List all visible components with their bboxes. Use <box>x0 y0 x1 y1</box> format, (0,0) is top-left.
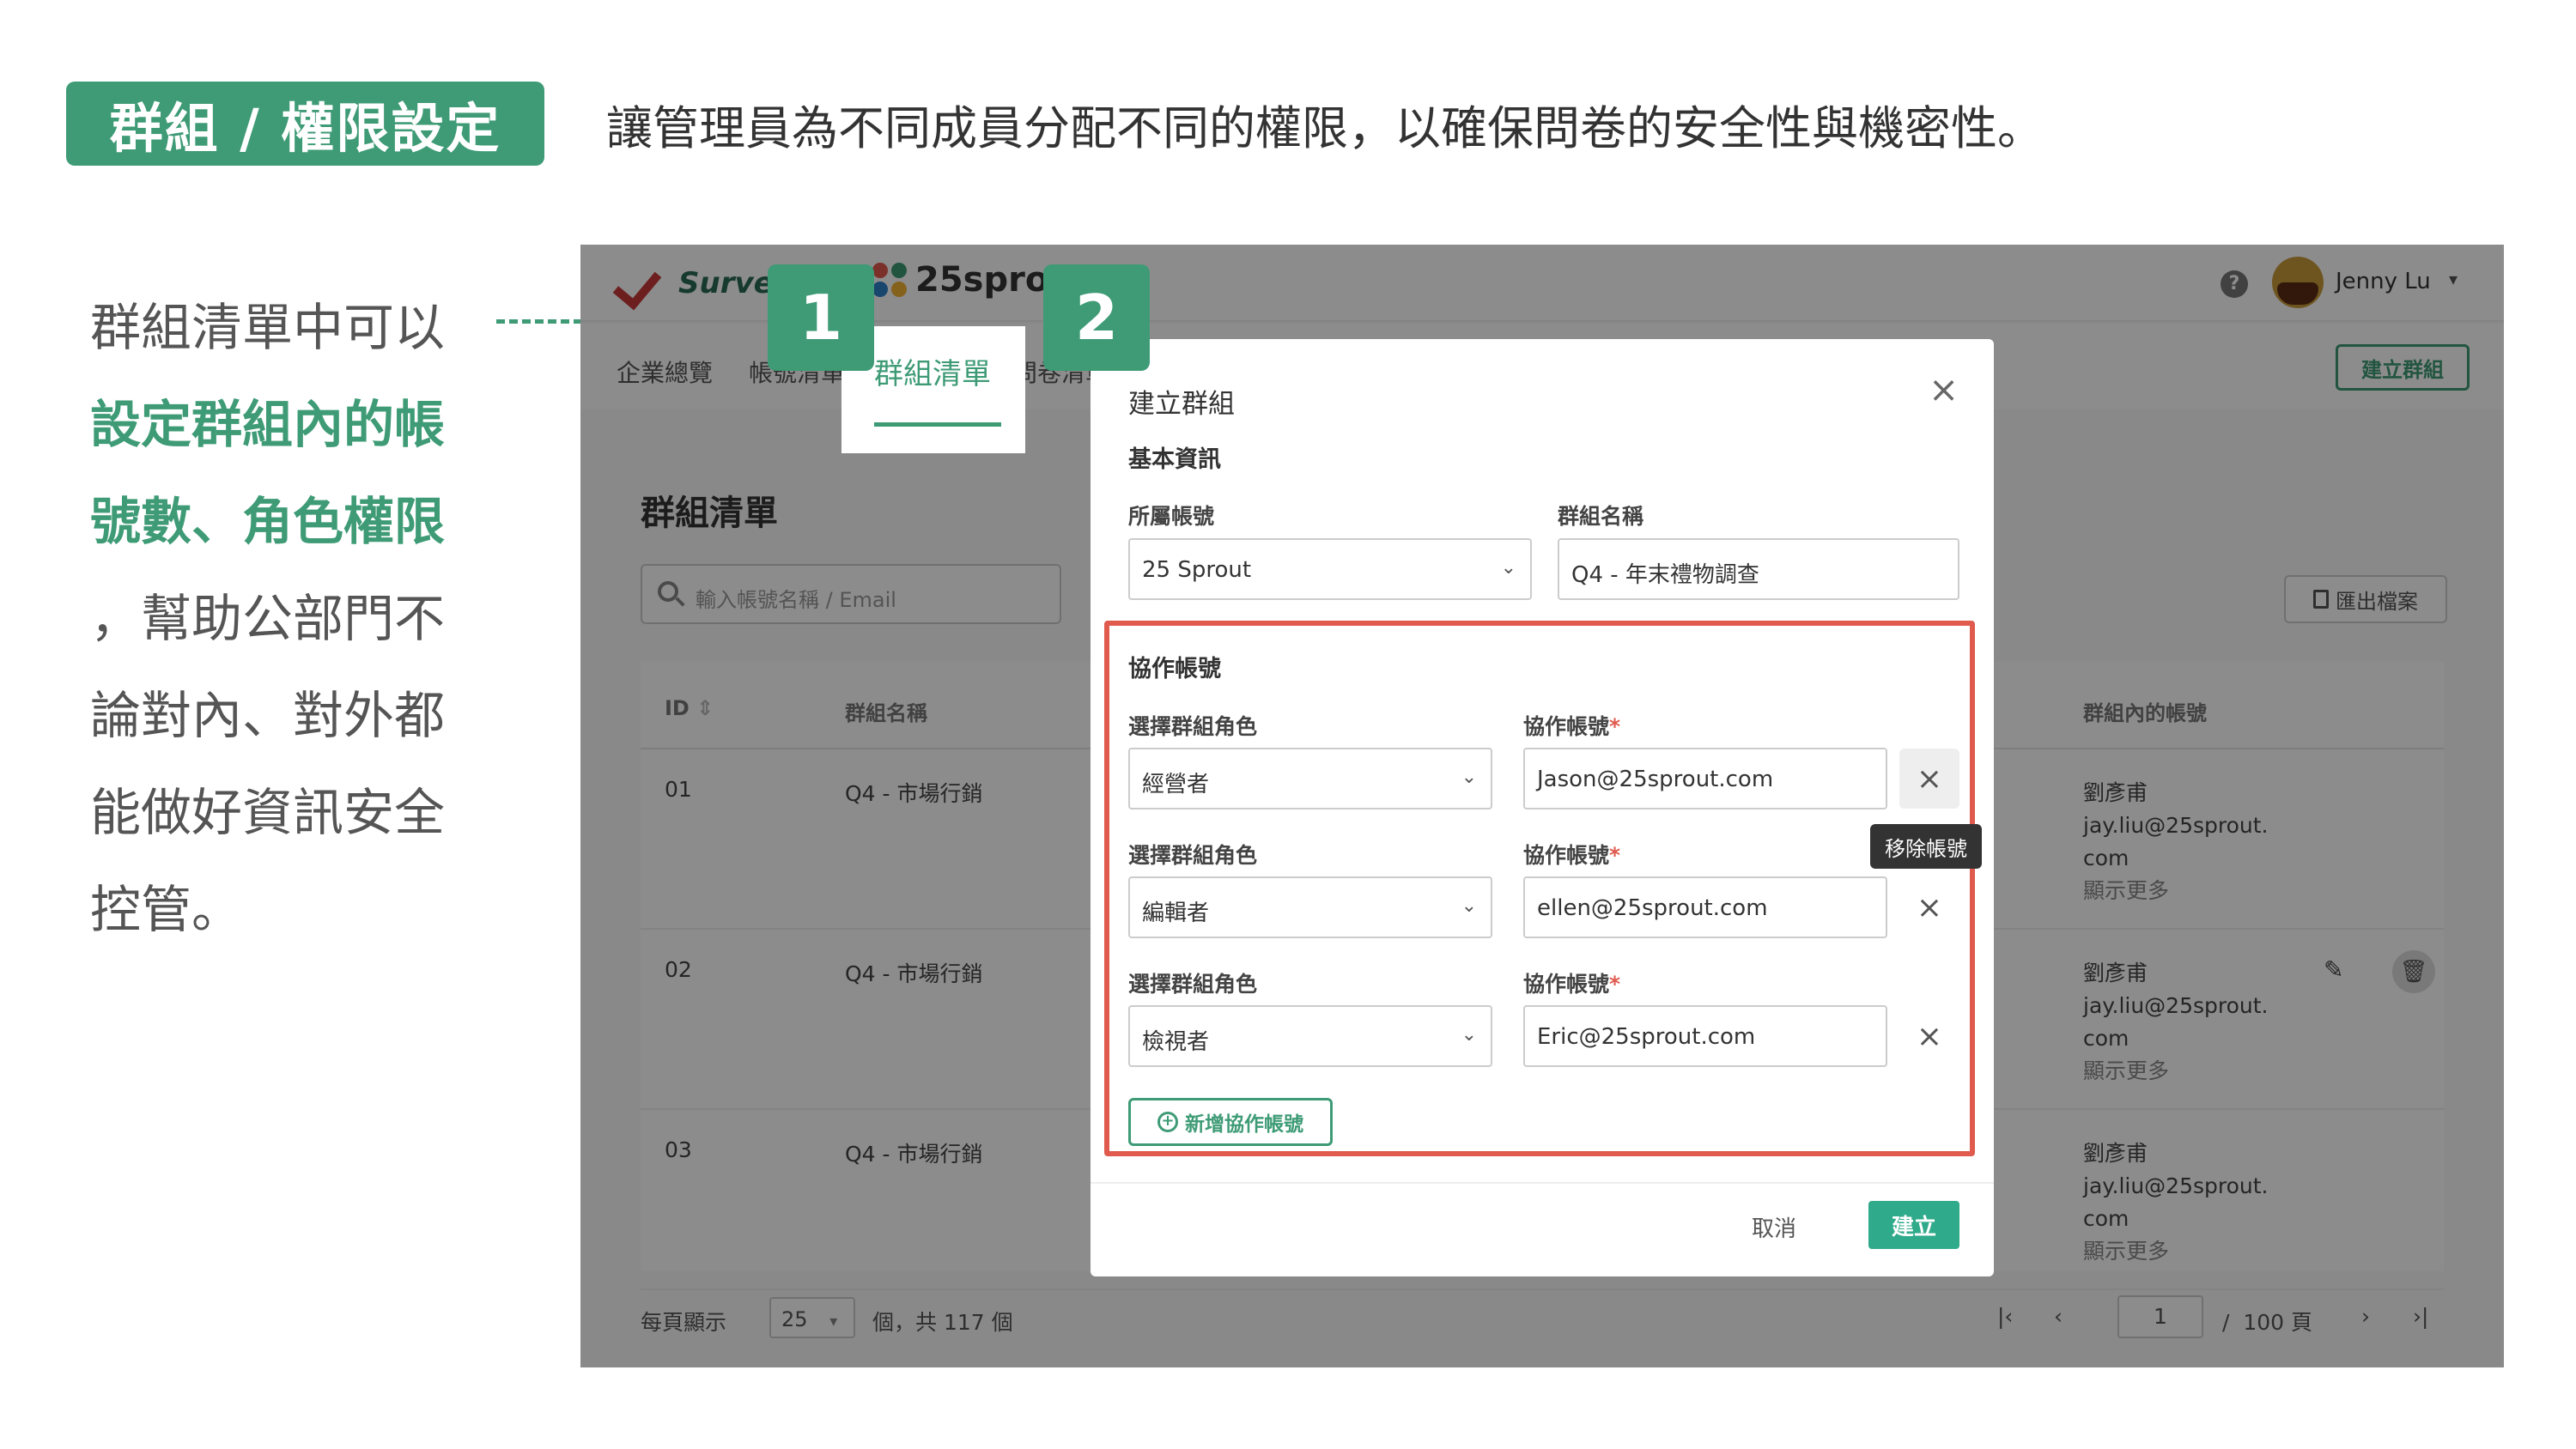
desc-highlight: 設定群組內的帳 <box>90 395 446 454</box>
slide-title: 群組 / 權限設定 <box>66 82 544 166</box>
chevron-down-icon: ⌄ <box>1461 895 1477 917</box>
chevron-down-icon: ⌄ <box>1500 557 1516 579</box>
create-group-modal: 建立群組 × 基本資訊 所屬帳號 25 Sprout ⌄ 群組名稱 Q4 - 年末… <box>1091 339 1994 1276</box>
collab-label: 協作帳號* <box>1523 972 1621 997</box>
account-label: 所屬帳號 <box>1128 504 1215 529</box>
close-icon[interactable]: × <box>1929 372 1959 408</box>
section-basic-info: 基本資訊 <box>1128 446 1221 473</box>
remove-account-button[interactable]: × <box>1899 749 1959 809</box>
remove-account-button[interactable]: × <box>1899 1006 1959 1066</box>
collab-email-input[interactable]: Jason@25sprout.com <box>1523 748 1887 809</box>
group-name-input[interactable]: Q4 - 年末禮物調查 <box>1558 538 1959 600</box>
desc-line: 能做好資訊安全 <box>90 783 446 842</box>
group-name-label: 群組名稱 <box>1558 504 1644 529</box>
modal-title: 建立群組 <box>1128 389 1235 420</box>
cancel-button[interactable]: 取消 <box>1752 1211 1796 1243</box>
role-select[interactable]: 經營者 ⌄ <box>1128 748 1492 809</box>
chevron-down-icon: ⌄ <box>1461 1024 1477 1046</box>
step-badge-1: 1 <box>768 264 874 371</box>
collab-email-input[interactable]: Eric@25sprout.com <box>1523 1005 1887 1067</box>
active-tab-indicator <box>874 422 1001 427</box>
account-select[interactable]: 25 Sprout ⌄ <box>1128 538 1532 600</box>
role-select[interactable]: 檢視者 ⌄ <box>1128 1005 1492 1067</box>
collab-label: 協作帳號* <box>1523 714 1621 739</box>
chevron-down-icon: ⌄ <box>1461 767 1477 788</box>
remove-account-button[interactable]: × <box>1899 877 1959 937</box>
desc-line: 論對內、對外都 <box>90 686 446 745</box>
create-button[interactable]: 建立 <box>1868 1201 1959 1249</box>
desc-line: 控管。 <box>90 880 243 939</box>
role-label: 選擇群組角色 <box>1128 972 1258 997</box>
plus-circle-icon: + <box>1157 1112 1178 1132</box>
feature-description: 群組清單中可以 設定群組內的帳 號數、角色權限 ，幫助公部門不 論對內、對外都 … <box>90 279 494 958</box>
divider <box>1091 1182 1994 1184</box>
desc-line: ，幫助公部門不 <box>90 589 446 648</box>
collab-label: 協作帳號* <box>1523 843 1621 868</box>
remove-account-tooltip: 移除帳號 <box>1870 824 1982 869</box>
role-label: 選擇群組角色 <box>1128 714 1258 739</box>
tab-groups-active: 群組清單 <box>874 357 991 391</box>
step-badge-2: 2 <box>1043 264 1150 371</box>
slide-subtitle: 讓管理員為不同成員分配不同的權限，以確保問卷的安全性與機密性。 <box>606 101 2044 155</box>
collab-email-input[interactable]: ellen@25sprout.com <box>1523 876 1887 938</box>
role-select[interactable]: 編輯者 ⌄ <box>1128 876 1492 938</box>
section-collab: 協作帳號 <box>1128 656 1221 682</box>
add-collab-button[interactable]: + 新增協作帳號 <box>1128 1098 1333 1146</box>
desc-highlight: 號數、角色權限 <box>90 492 446 551</box>
desc-line: 群組清單中可以 <box>90 298 446 357</box>
role-label: 選擇群組角色 <box>1128 843 1258 868</box>
